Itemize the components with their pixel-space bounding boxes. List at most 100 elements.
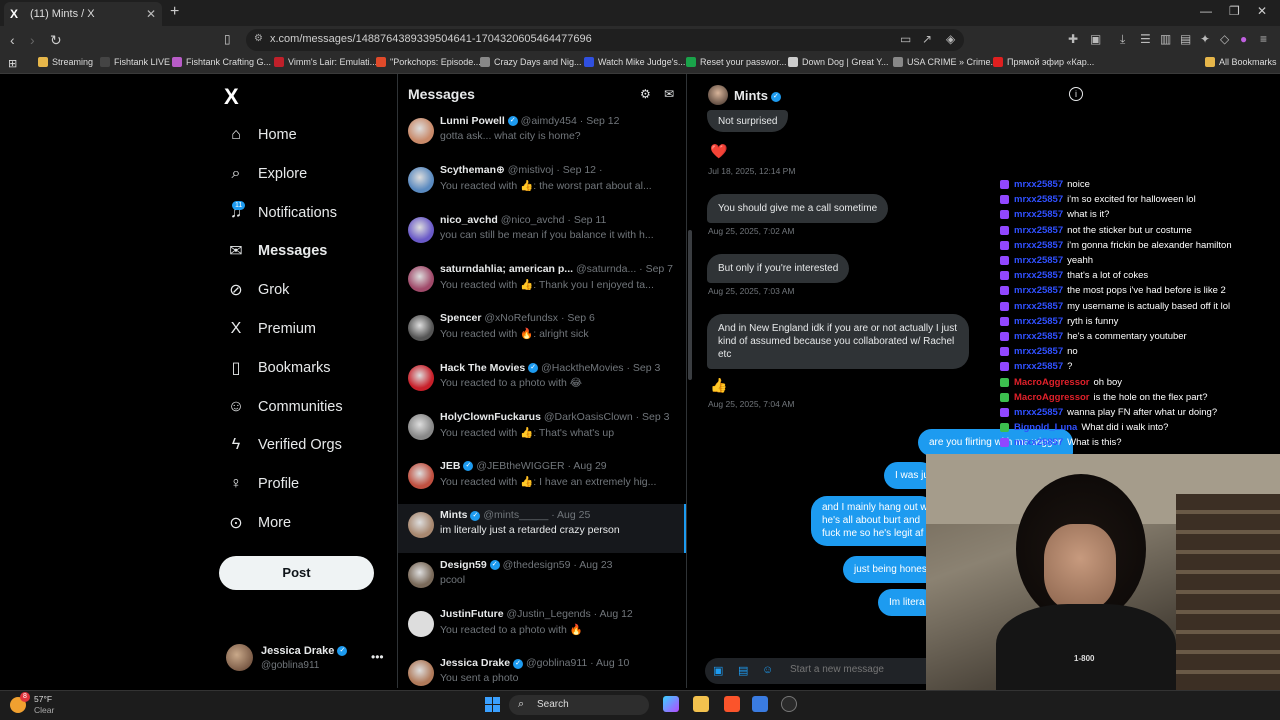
- conversation-avatar[interactable]: [408, 463, 434, 490]
- message-input[interactable]: [790, 664, 930, 675]
- post-button[interactable]: Post: [219, 556, 374, 590]
- weather-temperature[interactable]: 57°F: [34, 694, 52, 704]
- sidebar-item-profile[interactable]: ♀ Profile: [226, 469, 299, 499]
- conversation-item[interactable]: HolyClownFuckarus @DarkOasisClown · Sep …: [398, 406, 686, 455]
- extensions-icon[interactable]: ✚: [1068, 32, 1078, 46]
- new-tab-icon[interactable]: +: [170, 3, 179, 21]
- conversation-item[interactable]: Hack The Movies ✓ @HacktheMovies · Sep 3 Y…: [398, 357, 686, 406]
- window-close-icon[interactable]: ✕: [1257, 4, 1267, 18]
- account-more-icon[interactable]: •••: [371, 650, 384, 664]
- conversation-item[interactable]: saturndahlia; american p... @saturnda...…: [398, 258, 686, 307]
- bookmark-page-icon[interactable]: ▯: [224, 32, 231, 46]
- leo-icon[interactable]: ✦: [1200, 32, 1210, 46]
- message-bubble-received[interactable]: But only if you're interested: [707, 254, 850, 283]
- sidebar-item-communities[interactable]: ☺ Communities: [226, 392, 343, 422]
- bookmark-item[interactable]: All Bookmarks: [1205, 57, 1277, 67]
- conversation-item[interactable]: JEB ✓ @JEBtheWIGGER · Aug 29 You reacted w…: [398, 455, 686, 504]
- taskbar-search[interactable]: ⌕ Search: [509, 695, 649, 715]
- forward-icon[interactable]: ›: [30, 32, 35, 48]
- browser-tab[interactable]: X (11) Mints / X ✕: [4, 2, 162, 26]
- bookmark-item[interactable]: Crazy Days and Nig...: [480, 57, 582, 67]
- conversation-avatar[interactable]: [408, 364, 434, 391]
- bookmark-item[interactable]: USA CRIME » Crime...: [893, 57, 998, 67]
- message-bubble-sent[interactable]: just being hones: [843, 556, 935, 583]
- brave-shield-icon[interactable]: ◈: [946, 32, 955, 46]
- sidebar-item-explore[interactable]: ⌕ Explore: [226, 159, 308, 189]
- conversation-item[interactable]: Lunni Powell ✓ @aimdy454 · Sep 12 gotta as…: [398, 110, 686, 159]
- reload-icon[interactable]: ↻: [50, 32, 62, 49]
- apps-icon[interactable]: ⊞: [8, 57, 17, 70]
- sidebar-item-more[interactable]: ⊙ More: [226, 508, 291, 538]
- bookmark-item[interactable]: "Porkchops: Episode...: [376, 57, 481, 67]
- download-icon[interactable]: ⤓: [1120, 32, 1125, 47]
- conversation-item[interactable]: Scytheman⊕ @mistivoj · Sep 12 · You react…: [398, 159, 686, 208]
- profile-icon[interactable]: ●: [1240, 32, 1247, 46]
- message-bubble-received[interactable]: Not surprised: [707, 110, 789, 132]
- bookmark-item[interactable]: Fishtank Crafting G...: [172, 57, 271, 67]
- extension-icon[interactable]: ▣: [1090, 32, 1101, 46]
- conversation-avatar[interactable]: [408, 611, 434, 637]
- sidebar-item-verified-orgs[interactable]: ϟ Verified Orgs: [226, 430, 342, 460]
- conversation-avatar[interactable]: [408, 216, 434, 243]
- conversation-item[interactable]: Mints ✓ @mints_____ · Aug 25 im literally …: [398, 504, 686, 554]
- gif-icon[interactable]: ▤: [738, 664, 748, 677]
- account-avatar[interactable]: [226, 644, 253, 671]
- conversation-item[interactable]: Design59 ✓ @thedesign59 · Aug 23 pcool: [398, 554, 686, 603]
- bookmark-item[interactable]: Reset your passwor...: [686, 57, 787, 67]
- brave-browser-icon[interactable]: [724, 696, 740, 712]
- address-bar[interactable]: ⚙ x.com/messages/1488764389339504641-170…: [246, 29, 964, 51]
- conversation-item[interactable]: Spencer @xNoRefundsx · Sep 6 You reacted …: [398, 307, 686, 356]
- notepad-icon[interactable]: [752, 696, 768, 712]
- sidebar-item-home[interactable]: ⌂ Home: [226, 120, 297, 150]
- conversation-avatar[interactable]: [408, 512, 434, 539]
- new-message-icon[interactable]: ✉: [664, 87, 674, 101]
- x-home-logo[interactable]: X: [224, 84, 239, 110]
- restore-icon[interactable]: ❐: [1229, 4, 1240, 18]
- wallet-icon[interactable]: ▤: [1180, 32, 1191, 46]
- conversation-avatar[interactable]: [408, 561, 434, 588]
- message-bubble-received[interactable]: And in New England idk if you are or not…: [707, 314, 969, 369]
- sidebar-icon[interactable]: ▥: [1160, 32, 1171, 46]
- messages-scrollbar[interactable]: [688, 230, 692, 380]
- conversation-avatar[interactable]: [408, 413, 434, 440]
- bookmark-item[interactable]: Streaming: [38, 57, 93, 67]
- bookmark-item[interactable]: Down Dog | Great Y...: [788, 57, 889, 67]
- message-bubble-received[interactable]: You should give me a call sometime: [707, 194, 889, 223]
- minimize-icon[interactable]: —: [1200, 4, 1212, 18]
- account-name[interactable]: Jessica Drake ✓: [261, 645, 348, 657]
- chat-avatar[interactable]: [708, 85, 728, 105]
- copilot-icon[interactable]: [663, 696, 679, 712]
- conversation-avatar[interactable]: [408, 118, 434, 144]
- bookmarks-panel-icon[interactable]: ☰: [1140, 32, 1151, 46]
- sidebar-item-messages[interactable]: ✉ Messages: [226, 236, 327, 266]
- chat-title[interactable]: Mints ✓: [734, 88, 781, 103]
- conversation-item[interactable]: nico_avchd @nico_avchd · Sep 11 you can s…: [398, 209, 686, 258]
- conversation-item[interactable]: JustinFuture @Justin_Legends · Aug 12 You…: [398, 603, 686, 652]
- file-explorer-icon[interactable]: [693, 696, 709, 712]
- site-info-icon[interactable]: ⚙: [254, 33, 263, 44]
- conversation-avatar[interactable]: [408, 660, 434, 687]
- sidebar-item-grok[interactable]: ⊘ Grok: [226, 275, 289, 305]
- conversation-avatar[interactable]: [408, 265, 434, 292]
- bookmark-item[interactable]: Fishtank LIVE: [100, 57, 170, 67]
- info-icon[interactable]: i: [1069, 87, 1083, 101]
- start-button[interactable]: [485, 697, 500, 712]
- bookmark-item[interactable]: Watch Mike Judge's...: [584, 57, 685, 67]
- back-icon[interactable]: ‹: [10, 32, 15, 48]
- sidebar-item-premium[interactable]: X Premium: [226, 314, 316, 344]
- cast-icon[interactable]: ▭: [900, 32, 911, 46]
- conversation-avatar[interactable]: [408, 315, 434, 342]
- message-bubble-sent[interactable]: and I mainly hang out w he's all about b…: [811, 496, 936, 546]
- bookmark-item[interactable]: Vimm's Lair: Emulati...: [274, 57, 377, 67]
- obs-icon[interactable]: [781, 696, 797, 712]
- settings-gear-icon[interactable]: ⚙: [640, 87, 651, 101]
- menu-icon[interactable]: ≡: [1260, 32, 1267, 46]
- sidebar-item-bookmarks[interactable]: ▯ Bookmarks: [226, 353, 331, 383]
- share-icon[interactable]: ↗: [922, 32, 932, 46]
- vpn-icon[interactable]: ◇: [1220, 32, 1229, 46]
- tab-close-icon[interactable]: ✕: [146, 7, 156, 21]
- conversation-avatar[interactable]: [408, 167, 434, 194]
- emoji-icon[interactable]: ☺: [762, 664, 773, 676]
- image-icon[interactable]: ▣: [713, 664, 723, 677]
- bookmark-item[interactable]: Прямой эфир «Кар...: [993, 57, 1094, 67]
